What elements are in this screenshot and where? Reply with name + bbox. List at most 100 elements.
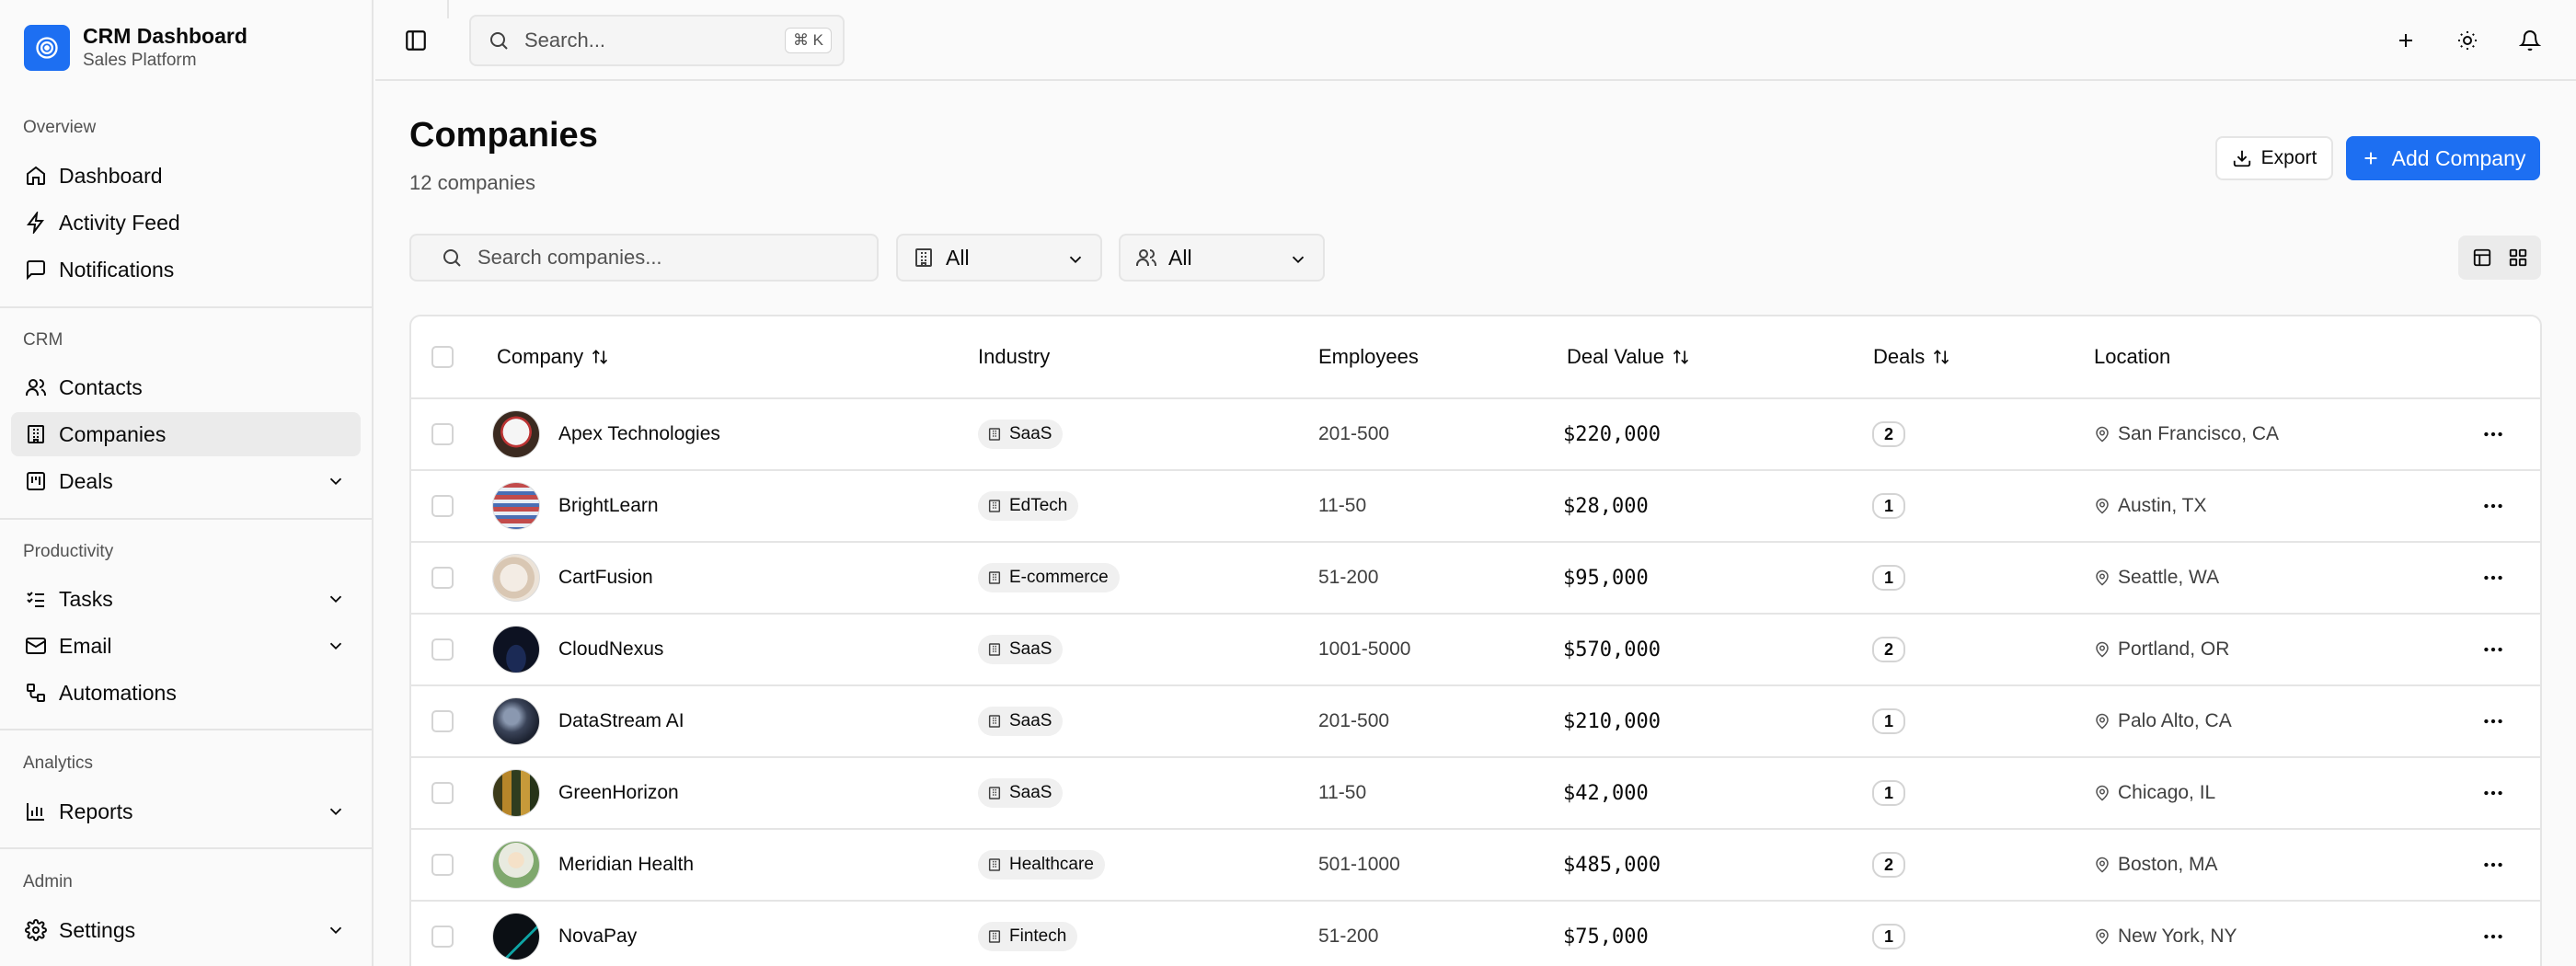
company-cell[interactable]: NovaPay xyxy=(492,902,637,966)
deal-value-cell: $75,000 xyxy=(1563,925,1649,949)
table-row[interactable]: Apex Technologies SaaS 201-500 $220,000 … xyxy=(411,399,2540,471)
deal-value-cell: $28,000 xyxy=(1563,494,1649,518)
company-search-placeholder: Search companies... xyxy=(477,246,662,269)
column-header-location: Location xyxy=(2094,345,2171,368)
chevron-down-icon[interactable] xyxy=(326,589,346,609)
row-checkbox[interactable] xyxy=(431,686,454,756)
row-actions-menu-icon[interactable] xyxy=(2481,399,2505,469)
table-row[interactable]: BrightLearn EdTech 11-50 $28,000 1 Austi… xyxy=(411,471,2540,543)
building-icon xyxy=(988,500,1001,512)
row-checkbox[interactable] xyxy=(431,543,454,613)
sidebar-item-settings[interactable]: Settings xyxy=(11,908,361,952)
users-icon xyxy=(1135,247,1157,269)
chevron-down-icon[interactable] xyxy=(326,636,346,656)
industry-badge: Fintech xyxy=(978,922,1078,951)
view-toggle xyxy=(2458,236,2541,280)
sidebar-item-notifications[interactable]: Notifications xyxy=(11,247,361,292)
plus-icon xyxy=(2361,148,2392,168)
company-cell[interactable]: CloudNexus xyxy=(492,615,663,684)
table-row[interactable]: CloudNexus SaaS 1001-5000 $570,000 2 Por… xyxy=(411,615,2540,686)
size-filter-value: All xyxy=(1168,245,1192,270)
row-actions-menu-icon[interactable] xyxy=(2481,686,2505,756)
sidebar-item-deals[interactable]: Deals xyxy=(11,459,361,503)
sidebar-item-reports[interactable]: Reports xyxy=(11,789,361,834)
row-actions-menu-icon[interactable] xyxy=(2481,615,2505,684)
row-checkbox[interactable] xyxy=(431,902,454,966)
industry-cell: EdTech xyxy=(978,471,1079,541)
company-cell[interactable]: CartFusion xyxy=(492,543,653,613)
column-header-deal-value[interactable]: Deal Value xyxy=(1567,316,1690,397)
page-title: Companies xyxy=(409,116,598,155)
row-actions-menu-icon[interactable] xyxy=(2481,471,2505,541)
industry-cell: SaaS xyxy=(978,615,1064,684)
table-row[interactable]: GreenHorizon SaaS 11-50 $42,000 1 Chicag… xyxy=(411,758,2540,830)
sort-icon xyxy=(1673,350,1689,364)
sidebar-item-label: Automations xyxy=(59,680,177,705)
company-cell[interactable]: Apex Technologies xyxy=(492,399,720,469)
column-header-company[interactable]: Company xyxy=(497,316,609,397)
sidebar-item-activity-feed[interactable]: Activity Feed xyxy=(11,201,361,245)
table-row[interactable]: CartFusion E-commerce 51-200 $95,000 1 S… xyxy=(411,543,2540,615)
table-header-row: Company Industry Employees Deal Value De… xyxy=(411,316,2540,399)
building-icon xyxy=(988,428,1001,441)
grid-view-icon[interactable] xyxy=(2508,247,2528,268)
row-checkbox[interactable] xyxy=(431,758,454,828)
brand[interactable]: CRM Dashboard Sales Platform xyxy=(24,22,247,74)
industry-filter-value: All xyxy=(946,245,970,270)
row-checkbox[interactable] xyxy=(431,471,454,541)
select-all-checkbox[interactable] xyxy=(431,316,454,397)
deals-count-badge: 2 xyxy=(1872,637,1905,662)
add-icon[interactable] xyxy=(2386,20,2426,61)
table-row[interactable]: Meridian Health Healthcare 501-1000 $485… xyxy=(411,830,2540,902)
sidebar-item-companies[interactable]: Companies xyxy=(11,412,361,456)
sidebar-item-dashboard[interactable]: Dashboard xyxy=(11,154,361,198)
deals-cell: 2 xyxy=(1872,615,1905,684)
row-checkbox[interactable] xyxy=(431,399,454,469)
company-cell[interactable]: GreenHorizon xyxy=(492,758,679,828)
industry-cell: Healthcare xyxy=(978,830,1105,900)
table-row[interactable]: DataStream AI SaaS 201-500 $210,000 1 Pa… xyxy=(411,686,2540,758)
sidebar-item-contacts[interactable]: Contacts xyxy=(11,365,361,409)
deals-count-badge: 1 xyxy=(1872,780,1905,806)
employees-cell: 51-200 xyxy=(1318,567,1379,588)
sidebar-item-tasks[interactable]: Tasks xyxy=(11,577,361,621)
column-header-deals[interactable]: Deals xyxy=(1873,316,1950,397)
company-search-input[interactable]: Search companies... xyxy=(409,234,879,282)
sidebar: CRM Dashboard Sales Platform Overview Da… xyxy=(0,0,374,966)
sidebar-item-automations[interactable]: Automations xyxy=(11,671,361,715)
global-search-placeholder: Search... xyxy=(524,29,606,52)
employees-cell: 201-500 xyxy=(1318,710,1390,731)
location-cell: New York, NY xyxy=(2094,902,2237,966)
employees-cell: 1001-5000 xyxy=(1318,638,1411,660)
industry-badge: SaaS xyxy=(978,420,1064,449)
company-cell[interactable]: DataStream AI xyxy=(492,686,684,756)
sidebar-item-email[interactable]: Email xyxy=(11,624,361,668)
company-cell[interactable]: BrightLearn xyxy=(492,471,659,541)
sidebar-item-label: Notifications xyxy=(59,257,175,282)
row-actions-menu-icon[interactable] xyxy=(2481,543,2505,613)
column-header-employees: Employees xyxy=(1318,345,1419,368)
table-row[interactable]: NovaPay Fintech 51-200 $75,000 1 New Yor… xyxy=(411,902,2540,966)
global-search-input[interactable]: Search... ⌘ K xyxy=(469,15,845,66)
row-actions-menu-icon[interactable] xyxy=(2481,830,2505,900)
chevron-down-icon[interactable] xyxy=(326,801,346,822)
bell-icon[interactable] xyxy=(2510,20,2550,61)
chevron-down-icon[interactable] xyxy=(326,471,346,491)
location-cell: San Francisco, CA xyxy=(2094,399,2279,469)
section-label-productivity: Productivity xyxy=(23,542,114,561)
sidebar-toggle-icon[interactable] xyxy=(396,20,436,61)
employees-cell: 11-50 xyxy=(1318,495,1367,516)
row-checkbox[interactable] xyxy=(431,830,454,900)
size-filter-select[interactable]: All xyxy=(1119,234,1325,282)
company-cell[interactable]: Meridian Health xyxy=(492,830,694,900)
theme-toggle-icon[interactable] xyxy=(2447,20,2488,61)
table-view-icon[interactable] xyxy=(2472,247,2492,268)
industry-cell: SaaS xyxy=(978,758,1064,828)
add-company-button[interactable]: Add Company xyxy=(2346,136,2540,180)
row-actions-menu-icon[interactable] xyxy=(2481,902,2505,966)
row-checkbox[interactable] xyxy=(431,615,454,684)
chevron-down-icon[interactable] xyxy=(326,920,346,940)
row-actions-menu-icon[interactable] xyxy=(2481,758,2505,828)
industry-filter-select[interactable]: All xyxy=(896,234,1102,282)
export-button[interactable]: Export xyxy=(2215,136,2333,180)
